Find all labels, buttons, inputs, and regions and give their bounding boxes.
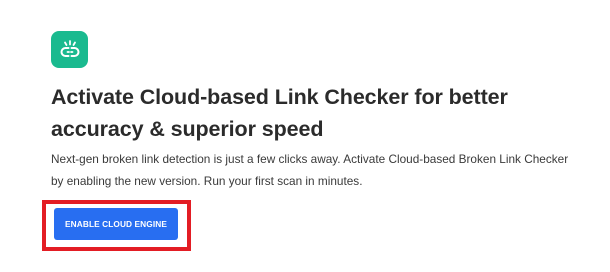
enable-cloud-engine-button[interactable]: ENABLE CLOUD ENGINE <box>54 208 178 240</box>
activation-panel: Activate Cloud-based Link Checker for be… <box>0 0 610 272</box>
page-title: Activate Cloud-based Link Checker for be… <box>51 85 508 141</box>
description-text: Next-gen broken link detection is just a… <box>51 152 569 188</box>
broken-link-icon <box>60 39 79 57</box>
broken-link-checker-logo <box>51 31 88 68</box>
